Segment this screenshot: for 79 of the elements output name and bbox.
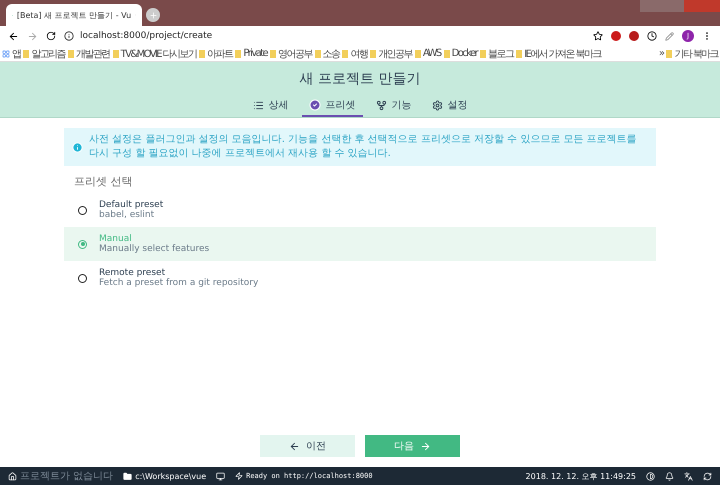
bookmark-item[interactable]: Private [235,48,268,59]
bookmark-item[interactable]: 영어공부 [270,46,312,60]
address-field[interactable]: localhost:8000/project/create [80,31,212,41]
bookmark-item[interactable]: TV&MOVIE 다시보기 [112,46,196,60]
folder-icon [480,50,486,58]
radio-button[interactable] [78,206,87,214]
preset-name: Manual [99,234,133,244]
bookmark-item[interactable]: IE에서 가져온 북마크 [516,46,601,60]
settings-icon [432,100,442,110]
info-icon [72,142,83,152]
preset-description: Manually select features [99,244,210,254]
folder-icon [199,50,206,58]
info-text: 사전 설정은 플러그인과 설정의 모음입니다. 기능을 선택한 후 선택적으로 프리셋으로 저장할 수 있으므로 모든 프로젝트를 다시 구성 할 필요없이 나중에 프로젝트에서 재사용 할 수 있습니다. [89,133,638,161]
bookmark-item[interactable]: 앱 [2,46,20,60]
clock-text: 2018. 12. 12. 오후 11:49:25 [526,470,636,482]
folder-icon [666,50,672,58]
bookmark-item[interactable]: AWS [414,48,441,59]
check-circle-icon [308,99,320,111]
folder-icon [370,50,376,58]
folder-icon [414,50,421,58]
step-tab[interactable]: 프리셋 [302,95,362,117]
arrow-left-icon [289,440,300,452]
folder-icon [516,50,522,58]
info-icon[interactable] [64,31,74,41]
new-tab-button[interactable] [146,8,160,22]
bookmark-item[interactable]: Docker [444,48,478,59]
folder-path[interactable]: c:\Workspace\vue [123,472,206,480]
preset-name: Remote preset [99,268,166,278]
folder-icon [123,472,132,480]
preset-description: babel, eslint [99,210,156,220]
preset-name: Default preset [99,200,164,210]
browser-tab[interactable]: [Beta] 새 프로젝트 만들기 - Vu [6,4,142,26]
folder-icon [342,50,348,58]
folder-icon [23,50,30,58]
folder-icon [314,50,321,58]
bell-icon[interactable] [665,472,674,480]
bookmark-item[interactable]: 개인공부 [370,46,412,60]
plus-icon [148,10,158,20]
fork-icon [376,100,386,110]
bookmark-item[interactable]: 알고리즘 [23,46,66,60]
folder-icon [235,50,242,58]
back-button[interactable]: 이전 [260,435,355,457]
bookmark-item[interactable]: 소송 [314,46,340,60]
arrow-right-icon [420,440,431,452]
clock-icon[interactable] [647,31,657,41]
bookmark-item[interactable]: 여행 [342,46,368,60]
preset-option[interactable]: Remote preset Fetch a preset from a git repository [64,261,656,295]
step-tab[interactable]: 설정 [424,95,474,117]
radio-button[interactable] [78,274,87,282]
reload-icon[interactable] [46,31,56,41]
more-bookmarks-button[interactable]: » [658,48,664,59]
section-title: 프리셋 선택 [74,174,134,189]
folder-icon [112,50,119,58]
bookmark-item[interactable]: 블로그 [480,46,514,60]
preset-description: Fetch a preset from a git repository [99,278,258,288]
apps-icon [2,50,10,58]
contrast-icon[interactable] [646,472,655,480]
preset-option[interactable]: Default preset babel, eslint [64,193,656,227]
bookmark-item[interactable]: 아파트 [199,46,232,60]
refresh-icon[interactable] [703,472,712,480]
step-tab[interactable]: 상세 [246,95,296,117]
translate-icon[interactable] [684,472,693,480]
lightning-icon [235,472,244,480]
pen-icon[interactable] [665,32,674,40]
page-title: 새 프로젝트 만들기 [300,70,420,88]
home-icon [8,472,17,480]
tab-title: [Beta] 새 프로젝트 만들기 - Vu [16,10,132,20]
project-status[interactable]: 프로젝트가 없습니다 [8,469,114,483]
back-icon[interactable] [8,30,19,42]
bookmark-item[interactable]: 개발관련 [68,46,110,60]
folder-icon [270,50,276,58]
folder-icon [68,50,74,58]
preset-option[interactable]: Manual Manually select features [64,227,656,261]
bookmark-item[interactable]: 기타 북마크 [666,46,718,60]
radio-button[interactable] [78,240,87,248]
monitor-icon[interactable] [216,472,226,480]
step-tab[interactable]: 기능 [368,95,418,117]
folder-icon [444,50,450,58]
star-icon[interactable] [593,31,603,41]
